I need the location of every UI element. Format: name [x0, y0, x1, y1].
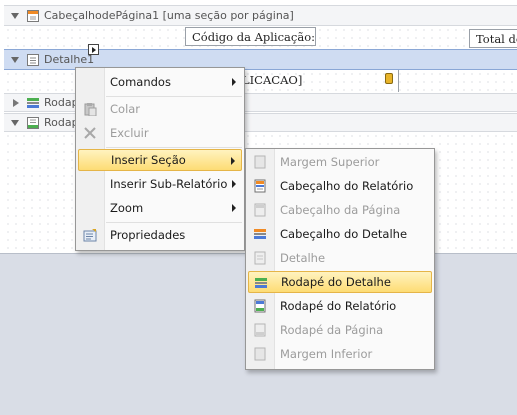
page-header-icon [253, 203, 267, 217]
detail-data-field[interactable]: LICACAO] [236, 70, 398, 89]
properties-icon [83, 228, 97, 242]
smart-tag-button[interactable] [88, 44, 99, 55]
detail-band-icon [27, 53, 39, 66]
page-header-band-icon [27, 9, 39, 22]
submenu-item-margem-superior[interactable]: Margem Superior [248, 151, 432, 173]
delete-icon [83, 126, 97, 140]
submenu-item-cabecalho-detalhe[interactable]: Cabeçalho do Detalhe [248, 223, 432, 245]
page-header-band-area[interactable]: Código da Aplicação: Total de [4, 26, 517, 48]
menu-item-excluir[interactable]: Excluir [78, 122, 242, 144]
menu-separator [106, 147, 242, 148]
menu-item-inserir-sub-relatorio[interactable]: Inserir Sub-Relatório [78, 173, 242, 195]
app-code-label-field[interactable]: Código da Aplicação: [185, 27, 316, 46]
detail-footer-icon [254, 276, 268, 290]
total-label-field[interactable]: Total de [469, 29, 517, 48]
report-header-icon [253, 179, 267, 193]
submenu-arrow-icon [232, 204, 236, 212]
submenu-item-cabecalho-relatorio[interactable]: Cabeçalho do Relatório [248, 175, 432, 197]
submenu-item-margem-inferior[interactable]: Margem Inferior [248, 343, 432, 365]
band-label: Detalhe1 [44, 53, 95, 66]
menu-item-colar[interactable]: Colar [78, 98, 242, 120]
menu-item-zoom[interactable]: Zoom [78, 197, 242, 219]
band-label: CabeçalhodePágina1 [uma seção por página… [44, 9, 294, 22]
submenu-arrow-icon [232, 180, 236, 188]
insert-section-submenu: Margem Superior Cabeçalho do Relatório C… [245, 148, 435, 370]
paste-icon [83, 102, 97, 117]
band-header-page-header[interactable]: CabeçalhodePágina1 [uma seção por página… [4, 5, 517, 26]
menu-item-inserir-secao[interactable]: Inserir Seção [78, 149, 242, 171]
detail-icon [253, 251, 267, 265]
collapse-arrow-icon[interactable] [11, 56, 19, 63]
top-margin-icon [253, 155, 267, 169]
collapse-arrow-icon[interactable] [11, 12, 19, 19]
menu-separator [106, 222, 242, 223]
submenu-item-detalhe[interactable]: Detalhe [248, 247, 432, 269]
submenu-item-rodape-pagina[interactable]: Rodapé da Página [248, 319, 432, 341]
db-field-icon [385, 73, 393, 84]
context-menu: Comandos Colar Excluir Inserir Seção Ins… [75, 67, 245, 251]
page-footer-icon [253, 323, 267, 337]
detail-footer-band-icon [27, 97, 39, 109]
menu-item-comandos[interactable]: Comandos [78, 71, 242, 93]
report-footer-icon [253, 299, 267, 313]
submenu-item-cabecalho-pagina[interactable]: Cabeçalho da Página [248, 199, 432, 221]
expand-arrow-icon[interactable] [13, 98, 19, 107]
submenu-item-rodape-relatorio[interactable]: Rodapé do Relatório [248, 295, 432, 317]
submenu-arrow-icon [231, 157, 235, 165]
detail-header-icon [253, 227, 267, 241]
collapse-arrow-icon[interactable] [11, 119, 19, 126]
submenu-arrow-icon [232, 78, 236, 86]
menu-separator [106, 96, 242, 97]
band-label: Rodap [44, 116, 79, 129]
menu-item-propriedades[interactable]: Propriedades [78, 224, 242, 246]
bottom-margin-icon [253, 347, 267, 361]
band-label: Rodap [44, 96, 79, 109]
submenu-item-rodape-detalhe[interactable]: Rodapé do Detalhe [248, 271, 432, 293]
field-divider [398, 70, 399, 92]
report-footer-band-icon [27, 116, 39, 129]
